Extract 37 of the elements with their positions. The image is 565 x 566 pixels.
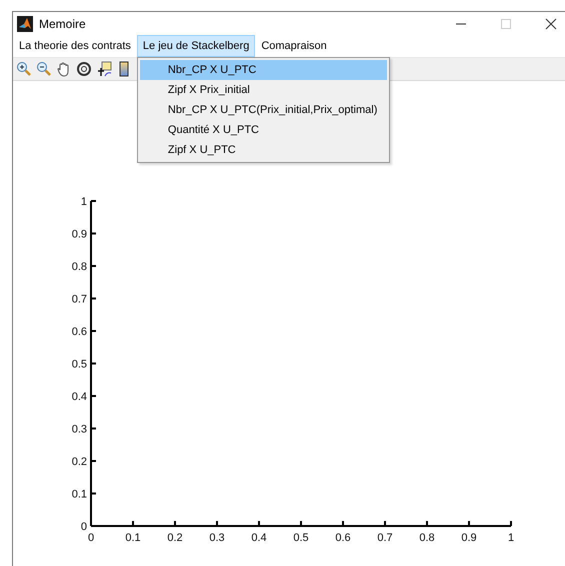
tick-label: 0.2	[72, 456, 87, 468]
tick-label: 1	[80, 196, 87, 208]
rotate-icon[interactable]	[76, 61, 92, 77]
tick-label: 0.4	[251, 532, 267, 544]
tick-label: 0.4	[72, 391, 87, 403]
tick-label: 0.9	[461, 532, 477, 544]
tick-label: 0.8	[419, 532, 435, 544]
menu-item[interactable]: Le jeu de Stackelberg	[136, 35, 256, 57]
tick-label: 0	[80, 521, 87, 533]
window-title: Memoire	[39, 16, 86, 30]
tick-label: 0.6	[335, 532, 351, 544]
tick-label: 0.9	[72, 228, 87, 240]
tick-label: 0.5	[293, 532, 309, 544]
tick-label: 0	[88, 532, 94, 544]
zoom-in-icon[interactable]	[16, 61, 32, 77]
data-cursor-icon[interactable]	[96, 61, 112, 77]
dropdown-item[interactable]: Nbr_CP X U_PTC	[140, 60, 388, 80]
tick-label: 0.7	[72, 294, 87, 306]
tick-label: 0.1	[72, 488, 87, 500]
tick-label: 0.6	[72, 326, 87, 338]
tick-label: 0.2	[167, 532, 183, 544]
menu-item[interactable]: La theorie des contrats	[13, 35, 137, 57]
dropdown-item[interactable]: Nbr_CP X U_PTC(Prix_initial,Prix_optimal)	[140, 100, 388, 120]
tick-label: 0.3	[209, 532, 225, 544]
tick-label: 0.3	[72, 424, 87, 436]
tick-label: 1	[508, 532, 514, 544]
dropdown-item[interactable]: Zipf X U_PTC	[140, 140, 388, 160]
tick-label: 0.5	[72, 358, 87, 370]
app-logo-icon	[17, 16, 33, 32]
tick-label: 0.1	[125, 532, 141, 544]
tick-label: 0.8	[72, 261, 87, 273]
tick-label: 0.7	[377, 532, 393, 544]
dropdown-item[interactable]: Quantité X U_PTC	[140, 120, 388, 140]
dropdown-item[interactable]: Zipf X Prix_initial	[140, 80, 388, 100]
zoom-out-icon[interactable]	[36, 61, 52, 77]
menu-item[interactable]: Comapraison	[255, 35, 333, 57]
close-icon[interactable]	[545, 18, 557, 30]
